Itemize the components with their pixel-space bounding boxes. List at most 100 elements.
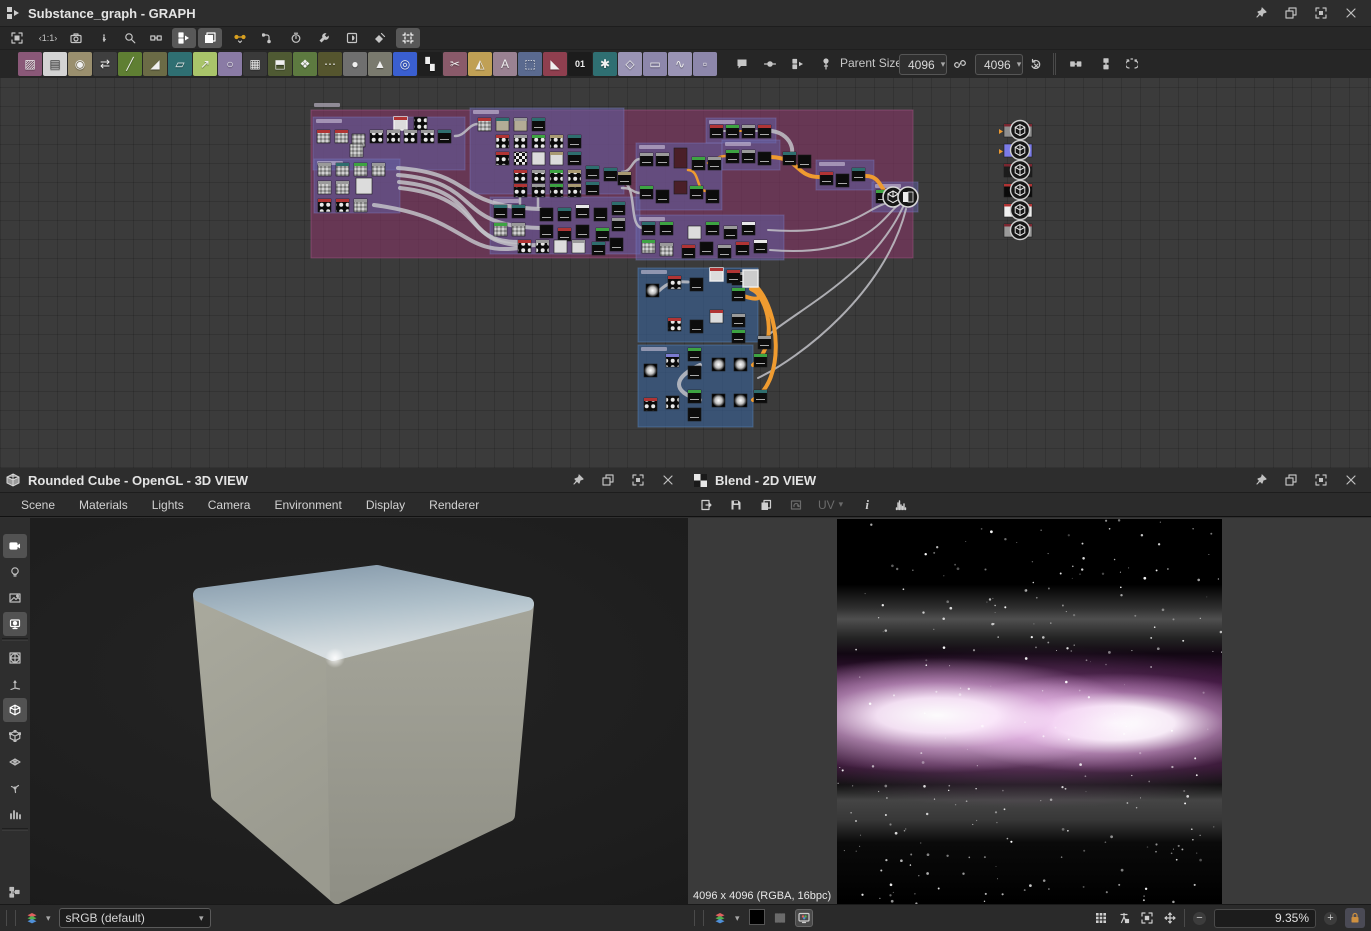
graph-node[interactable] <box>604 168 617 181</box>
graph-node[interactable] <box>421 130 434 143</box>
graph-node[interactable] <box>642 240 655 253</box>
graph-node[interactable] <box>494 223 507 236</box>
graph-output-node[interactable] <box>999 121 1032 140</box>
graph-node[interactable] <box>727 270 740 283</box>
graph-node[interactable] <box>336 181 349 194</box>
graph-node[interactable] <box>758 125 771 138</box>
blend-curve-node-tile[interactable]: ∿ <box>668 52 692 76</box>
graph-node[interactable] <box>370 130 383 143</box>
graph-node[interactable] <box>706 190 719 203</box>
blend-frame-node-tile[interactable]: ▫ <box>693 52 717 76</box>
link-size-icon[interactable] <box>948 53 972 75</box>
graph-node[interactable] <box>644 364 657 377</box>
graph-node[interactable] <box>512 205 525 218</box>
graph-node[interactable] <box>754 390 767 403</box>
graph-node[interactable] <box>558 208 571 221</box>
graph-node[interactable] <box>618 172 631 185</box>
tools-button[interactable] <box>312 28 336 48</box>
graph-node[interactable] <box>318 163 331 176</box>
graph-node[interactable] <box>514 118 527 131</box>
menu-scene[interactable]: Scene <box>10 495 66 515</box>
graph-node[interactable] <box>550 184 563 197</box>
shape-node-tile[interactable]: ○ <box>218 52 242 76</box>
graph-node[interactable] <box>496 135 509 148</box>
graph-node[interactable] <box>596 228 609 241</box>
graph-node[interactable] <box>690 320 703 333</box>
layers-view-button[interactable] <box>198 28 222 48</box>
colorspace-layers-icon[interactable] <box>714 912 726 924</box>
graph-node[interactable] <box>666 354 679 367</box>
menu-materials[interactable]: Materials <box>68 495 139 515</box>
dot-node-icon[interactable] <box>758 53 782 75</box>
graph-node[interactable] <box>688 348 701 361</box>
graph-node[interactable] <box>852 168 865 181</box>
view2d-maximize-icon[interactable] <box>1313 472 1329 488</box>
display-rgb-icon[interactable] <box>795 909 813 927</box>
view3d-float-window-icon[interactable] <box>600 472 616 488</box>
graph-node[interactable] <box>742 150 755 163</box>
flood-fill-node-tile[interactable]: ◣ <box>543 52 567 76</box>
graph-node[interactable] <box>550 135 563 148</box>
graph-pushpin-icon[interactable] <box>1253 5 1269 21</box>
graph-node[interactable] <box>612 202 625 215</box>
blend-fill-node-tile[interactable]: ◇ <box>618 52 642 76</box>
graph-node[interactable] <box>568 184 581 197</box>
graph-node[interactable] <box>354 163 367 176</box>
graph-node[interactable] <box>710 268 723 281</box>
graph-node[interactable] <box>688 390 701 403</box>
graph-node[interactable] <box>558 228 571 241</box>
graph-node[interactable] <box>518 240 531 253</box>
graph-node[interactable] <box>576 225 589 238</box>
graph-node[interactable] <box>532 118 545 131</box>
graph-node[interactable] <box>692 157 705 170</box>
graph-node[interactable] <box>514 184 527 197</box>
tiling-grid-icon[interactable] <box>1095 912 1107 924</box>
graph-node[interactable] <box>743 270 758 287</box>
dot-chain-node-tile[interactable]: ⋯ <box>318 52 342 76</box>
graph-node[interactable] <box>540 208 553 221</box>
scatter-node-tile[interactable]: ❖ <box>293 52 317 76</box>
text-node-tile[interactable]: A <box>493 52 517 76</box>
sphere-node-tile[interactable]: ● <box>343 52 367 76</box>
graph-node[interactable] <box>642 222 655 235</box>
graph-node[interactable] <box>356 178 372 194</box>
switch-01-node-tile[interactable]: 01 <box>568 52 592 76</box>
graph-node[interactable] <box>318 181 331 194</box>
display-settings-icon[interactable] <box>3 612 27 636</box>
graph-node[interactable] <box>754 354 767 367</box>
menu-renderer[interactable]: Renderer <box>418 495 490 515</box>
graph-node[interactable] <box>512 223 525 236</box>
graph-node[interactable] <box>732 288 745 301</box>
camera-icon[interactable] <box>3 534 27 558</box>
subgraph-icon[interactable] <box>786 53 810 75</box>
graph-node[interactable] <box>610 238 623 251</box>
graph-node[interactable] <box>514 170 527 183</box>
axes-icon[interactable] <box>3 672 27 696</box>
pixel-info-icon[interactable]: i <box>857 497 877 513</box>
graph-node[interactable] <box>568 170 581 183</box>
graph-node[interactable] <box>414 117 427 130</box>
drag-handle[interactable] <box>6 910 16 926</box>
graph-node[interactable] <box>820 172 833 185</box>
graph-node[interactable] <box>568 135 581 148</box>
transform-2d-node-tile[interactable]: ▱ <box>168 52 192 76</box>
graph-node[interactable] <box>710 310 723 323</box>
graph-node[interactable] <box>532 170 545 183</box>
levels-button[interactable] <box>340 28 364 48</box>
gradient-map-node-tile[interactable]: ◎ <box>393 52 417 76</box>
graph-node[interactable] <box>668 318 681 331</box>
graph-node[interactable] <box>572 240 585 253</box>
graph-node[interactable] <box>532 152 545 165</box>
graph-node[interactable] <box>335 130 348 143</box>
graph-maximize-icon[interactable] <box>1313 5 1329 21</box>
lock-zoom-button[interactable] <box>1345 908 1365 928</box>
connector-style-button[interactable] <box>256 28 280 48</box>
graph-output-node[interactable] <box>1004 161 1032 180</box>
graph-node[interactable] <box>640 153 653 166</box>
graph-node[interactable] <box>734 394 747 407</box>
graph-node[interactable] <box>540 225 553 238</box>
revert-size-icon[interactable] <box>1024 53 1048 75</box>
menu-lights[interactable]: Lights <box>141 495 195 515</box>
graph-node[interactable] <box>688 226 701 239</box>
view3d-viewport[interactable] <box>30 518 688 905</box>
